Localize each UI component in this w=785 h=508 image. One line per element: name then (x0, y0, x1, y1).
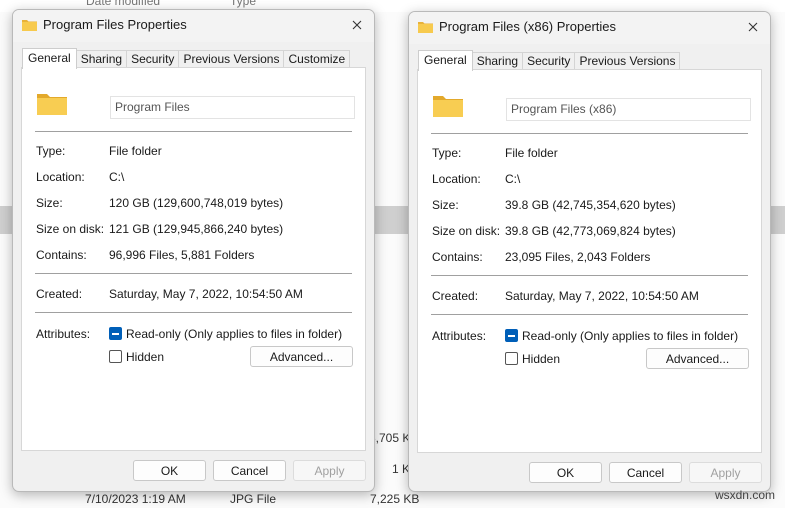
general-panel: Program Files (x86) Type: File folder Lo… (417, 69, 762, 453)
apply-button[interactable]: Apply (689, 462, 762, 483)
cancel-button[interactable]: Cancel (609, 462, 682, 483)
contains-label: Contains: (432, 250, 483, 264)
size-value: 120 GB (129,600,748,019 bytes) (109, 196, 284, 210)
tab-general[interactable]: General (22, 48, 77, 69)
tab-general[interactable]: General (418, 50, 473, 71)
type-value: File folder (505, 146, 558, 160)
divider (431, 133, 748, 134)
size-on-disk-value: 121 GB (129,945,866,240 bytes) (109, 222, 284, 236)
hidden-label[interactable]: Hidden (126, 350, 164, 364)
advanced-button[interactable]: Advanced... (646, 348, 749, 369)
watermark: wsxdn.com (714, 488, 775, 502)
folder-name-field[interactable]: Program Files (110, 96, 355, 119)
explorer-type-cell: JPG File (230, 492, 277, 506)
contains-value: 96,996 Files, 5,881 Folders (109, 248, 255, 262)
hidden-label[interactable]: Hidden (522, 352, 560, 366)
size-label: Size: (432, 198, 459, 212)
size-on-disk-label: Size on disk: (432, 224, 501, 238)
title-bar[interactable]: Program Files (x86) Properties (409, 12, 770, 44)
attributes-label: Attributes: (432, 329, 487, 343)
folder-icon (22, 20, 37, 31)
tab-previous-versions[interactable]: Previous Versions (574, 52, 681, 70)
contains-value: 23,095 Files, 2,043 Folders (505, 250, 651, 264)
divider (431, 314, 748, 315)
tab-sharing[interactable]: Sharing (471, 52, 524, 70)
location-label: Location: (36, 170, 85, 184)
contains-label: Contains: (36, 248, 87, 262)
divider (431, 275, 748, 276)
created-value: Saturday, May 7, 2022, 10:54:50 AM (505, 289, 699, 303)
close-button[interactable] (742, 16, 764, 38)
close-icon (352, 20, 362, 30)
tab-strip: General Sharing Security Previous Versio… (418, 50, 681, 71)
ok-button[interactable]: OK (133, 460, 206, 481)
general-panel: Program Files Type: File folder Location… (21, 67, 366, 451)
size-label: Size: (36, 196, 63, 210)
readonly-checkbox[interactable] (505, 329, 518, 342)
readonly-label[interactable]: Read-only (Only applies to files in fold… (126, 327, 342, 341)
window-title: Program Files (x86) Properties (439, 19, 616, 34)
tab-security[interactable]: Security (522, 52, 576, 70)
explorer-size-cell: 7,225 KB (370, 492, 420, 506)
type-label: Type: (36, 144, 66, 158)
hidden-checkbox[interactable] (505, 352, 518, 365)
title-bar[interactable]: Program Files Properties (13, 10, 374, 42)
explorer-size-cell: 3,705 K (369, 431, 411, 445)
divider (35, 273, 352, 274)
explorer-date-cell: 7/10/2023 1:19 AM (85, 492, 186, 506)
readonly-checkbox[interactable] (109, 327, 122, 340)
cancel-button[interactable]: Cancel (213, 460, 286, 481)
advanced-button[interactable]: Advanced... (250, 346, 353, 367)
properties-window-program-files-x86: Program Files (x86) Properties General S… (408, 11, 771, 492)
tab-sharing[interactable]: Sharing (75, 50, 128, 68)
window-title: Program Files Properties (43, 17, 187, 32)
tab-strip: General Sharing Security Previous Versio… (22, 48, 351, 69)
size-value: 39.8 GB (42,745,354,620 bytes) (505, 198, 676, 212)
column-date-modified[interactable]: Date modified (86, 0, 160, 8)
folder-icon (418, 22, 433, 33)
readonly-label[interactable]: Read-only (Only applies to files in fold… (522, 329, 738, 343)
close-icon (748, 22, 758, 32)
size-on-disk-label: Size on disk: (36, 222, 105, 236)
size-on-disk-value: 39.8 GB (42,773,069,824 bytes) (505, 224, 676, 238)
location-value: C:\ (505, 172, 521, 186)
attributes-label: Attributes: (36, 327, 91, 341)
type-value: File folder (109, 144, 162, 158)
ok-button[interactable]: OK (529, 462, 602, 483)
tab-customize[interactable]: Customize (283, 50, 351, 68)
created-label: Created: (432, 289, 479, 303)
divider (35, 131, 352, 132)
hidden-checkbox[interactable] (109, 350, 122, 363)
folder-icon (37, 94, 67, 115)
tab-previous-versions[interactable]: Previous Versions (178, 50, 285, 68)
divider (35, 312, 352, 313)
column-type[interactable]: Type (230, 0, 256, 8)
folder-name-field[interactable]: Program Files (x86) (506, 98, 751, 121)
location-value: C:\ (109, 170, 125, 184)
location-label: Location: (432, 172, 481, 186)
tab-security[interactable]: Security (126, 50, 180, 68)
type-label: Type: (432, 146, 462, 160)
properties-window-program-files: Program Files Properties General Sharing… (12, 9, 375, 492)
created-value: Saturday, May 7, 2022, 10:54:50 AM (109, 287, 303, 301)
created-label: Created: (36, 287, 83, 301)
folder-icon (433, 96, 463, 117)
close-button[interactable] (346, 14, 368, 36)
apply-button[interactable]: Apply (293, 460, 366, 481)
